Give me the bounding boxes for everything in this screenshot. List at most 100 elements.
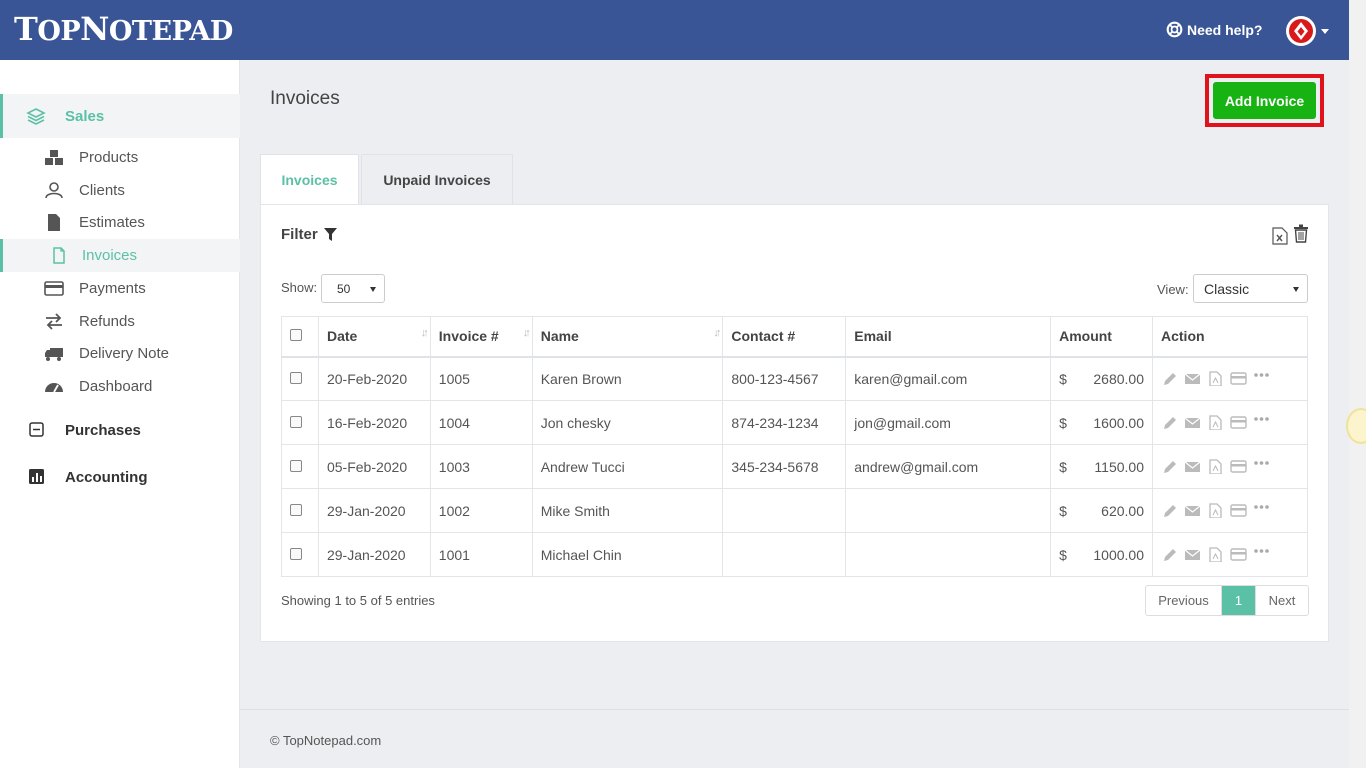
envelope-icon[interactable]: [1184, 503, 1201, 518]
cell-invoice-number[interactable]: 1001: [429, 532, 533, 577]
pencil-icon[interactable]: [1161, 459, 1178, 474]
sort-icon[interactable]: ↓↑: [523, 327, 531, 339]
table-header-row: Date ↓↑ Invoice # ↓↑ Name ↓↑ Contact # Emai…: [281, 316, 1308, 358]
row-select-cell[interactable]: [281, 444, 319, 489]
sidebar-item-delivery-note[interactable]: Delivery Note: [0, 337, 240, 370]
sidebar-section-purchases[interactable]: Purchases: [0, 408, 240, 452]
pagination-previous[interactable]: Previous: [1146, 586, 1222, 615]
credit-card-icon[interactable]: [1230, 459, 1247, 474]
credit-card-icon: [44, 281, 64, 296]
cell-amount: $1150.00: [1050, 444, 1153, 489]
sort-icon[interactable]: ↓↑: [713, 327, 721, 339]
row-select-cell[interactable]: [281, 400, 319, 445]
sidebar-item-invoices[interactable]: Invoices: [0, 239, 240, 272]
credit-card-icon[interactable]: [1230, 371, 1247, 386]
trash-icon[interactable]: [1293, 224, 1309, 243]
currency-symbol: $: [1059, 502, 1067, 519]
cell-name: Mike Smith: [531, 488, 724, 533]
row-select-cell[interactable]: [281, 356, 319, 401]
view-select[interactable]: Classic: [1193, 274, 1308, 303]
sidebar-section-sales[interactable]: Sales: [0, 94, 240, 138]
envelope-icon[interactable]: [1184, 547, 1201, 562]
user-avatar[interactable]: [1286, 16, 1316, 46]
sidebar-item-label: Dashboard: [79, 378, 153, 395]
sidebar-item-products[interactable]: Products: [0, 141, 240, 174]
table-row[interactable]: 20-Feb-2020 1005 Karen Brown 800-123-4567 ka…: [281, 356, 1308, 401]
file-outline-icon: [53, 247, 65, 264]
credit-card-icon[interactable]: [1230, 503, 1247, 518]
row-checkbox[interactable]: [290, 503, 302, 516]
pdf-icon[interactable]: [1207, 371, 1224, 387]
row-checkbox[interactable]: [290, 459, 302, 472]
pencil-icon[interactable]: [1161, 503, 1178, 518]
cubes-icon: [45, 150, 63, 165]
amount-value: 1000.00: [1093, 546, 1144, 563]
envelope-icon[interactable]: [1184, 459, 1201, 474]
sidebar-section-accounting[interactable]: Accounting: [0, 455, 240, 499]
pdf-icon[interactable]: [1207, 503, 1224, 518]
add-invoice-button[interactable]: Add Invoice: [1213, 82, 1316, 119]
cell-invoice-number[interactable]: 1005: [429, 356, 533, 401]
pencil-icon[interactable]: [1161, 371, 1178, 386]
sidebar-item-estimates[interactable]: Estimates: [0, 206, 240, 239]
pdf-icon[interactable]: [1207, 415, 1224, 430]
credit-card-icon[interactable]: [1230, 415, 1247, 430]
table-row[interactable]: 16-Feb-2020 1004 Jon chesky 874-234-1234 jon…: [281, 400, 1308, 445]
sidebar-item-payments[interactable]: Payments: [0, 272, 240, 305]
row-select-cell[interactable]: [281, 532, 319, 577]
chevron-down-icon: [370, 287, 376, 292]
page-size-select[interactable]: 50: [321, 274, 385, 303]
filter-toggle[interactable]: Filter: [281, 226, 337, 243]
filter-label: Filter: [281, 226, 318, 243]
cell-email: jon@gmail.com: [845, 400, 1052, 445]
column-header-name[interactable]: Name ↓↑: [531, 316, 724, 358]
tab-unpaid-invoices[interactable]: Unpaid Invoices: [361, 154, 513, 205]
more-icon[interactable]: [1253, 371, 1270, 386]
user-menu-caret-icon[interactable]: [1321, 29, 1329, 34]
column-header-invoice[interactable]: Invoice # ↓↑: [429, 316, 533, 358]
more-icon[interactable]: [1253, 547, 1270, 562]
cell-invoice-number[interactable]: 1003: [429, 444, 533, 489]
pagination-next[interactable]: Next: [1255, 586, 1308, 615]
cell-date: 05-Feb-2020: [317, 444, 431, 489]
sidebar-item-dashboard[interactable]: Dashboard: [0, 370, 240, 403]
more-icon[interactable]: [1253, 415, 1270, 430]
column-label: Email: [854, 328, 892, 345]
cell-invoice-number[interactable]: 1004: [429, 400, 533, 445]
app-logo[interactable]: TOPNOTEPAD: [14, 10, 233, 48]
export-excel-icon[interactable]: [1272, 227, 1288, 245]
pagination-page-1[interactable]: 1: [1222, 586, 1255, 615]
row-select-cell[interactable]: [281, 488, 319, 533]
more-icon[interactable]: [1253, 503, 1270, 518]
cell-contact: [722, 488, 847, 533]
view-value: Classic: [1204, 281, 1250, 297]
help-link[interactable]: Need help?: [1166, 21, 1262, 38]
pencil-icon[interactable]: [1161, 547, 1178, 562]
pencil-icon[interactable]: [1161, 415, 1178, 430]
cell-invoice-number[interactable]: 1002: [429, 488, 533, 533]
credit-card-icon[interactable]: [1230, 547, 1247, 562]
chevron-down-icon: [1293, 287, 1299, 292]
table-row[interactable]: 29-Jan-2020 1002 Mike Smith $620.00: [281, 488, 1308, 533]
tab-invoices[interactable]: Invoices: [260, 154, 359, 205]
sidebar-item-refunds[interactable]: Refunds: [0, 305, 240, 338]
row-checkbox[interactable]: [290, 415, 302, 428]
column-header-date[interactable]: Date ↓↑: [317, 316, 431, 358]
envelope-icon[interactable]: [1184, 371, 1201, 386]
sort-icon[interactable]: ↓↑: [421, 327, 429, 339]
select-all-checkbox[interactable]: [290, 329, 302, 342]
sidebar-item-clients[interactable]: Clients: [0, 174, 240, 207]
select-all-cell[interactable]: [281, 316, 319, 358]
cell-contact: 800-123-4567: [722, 356, 847, 401]
row-checkbox[interactable]: [290, 371, 302, 384]
bar-chart-icon: [29, 469, 44, 484]
row-checkbox[interactable]: [290, 547, 302, 560]
table-row[interactable]: 05-Feb-2020 1003 Andrew Tucci 345-234-5678 a…: [281, 444, 1308, 489]
cell-amount: $1600.00: [1050, 400, 1153, 445]
more-icon[interactable]: [1253, 459, 1270, 474]
pdf-icon[interactable]: [1207, 547, 1224, 562]
pdf-icon[interactable]: [1207, 459, 1224, 474]
table-row[interactable]: 29-Jan-2020 1001 Michael Chin $1000.00: [281, 532, 1308, 577]
envelope-icon[interactable]: [1184, 415, 1201, 430]
page-scrollbar[interactable]: [1349, 0, 1366, 768]
